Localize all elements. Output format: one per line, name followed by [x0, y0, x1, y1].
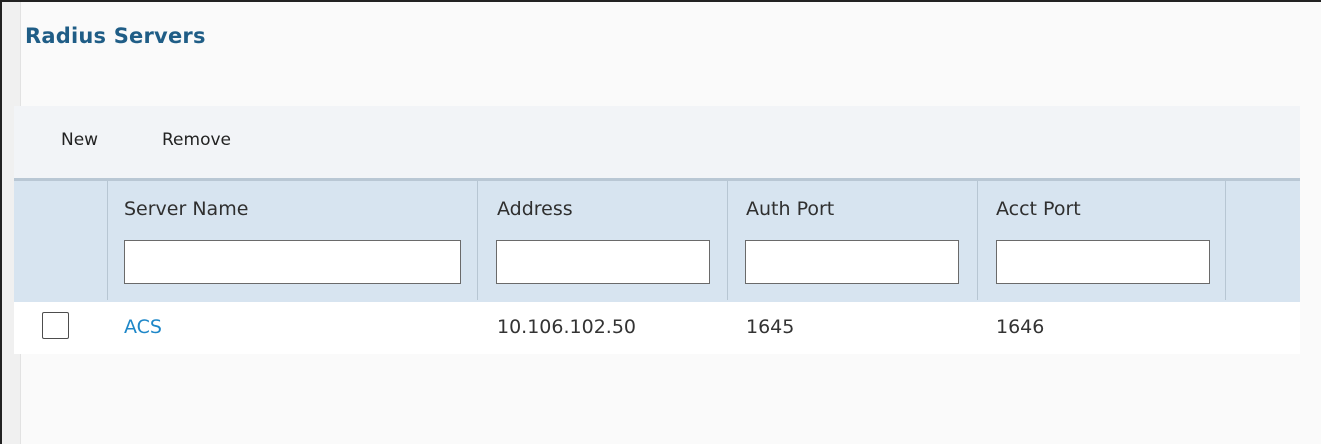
filter-address-input[interactable]: [496, 240, 710, 284]
column-header-address[interactable]: Address: [497, 198, 573, 220]
filter-acct-port-input[interactable]: [996, 240, 1210, 284]
table-row: [14, 302, 1300, 354]
server-name-link[interactable]: ACS: [124, 316, 162, 338]
row-checkbox[interactable]: [42, 312, 69, 339]
column-divider: [977, 181, 978, 300]
auth-port-cell: 1645: [746, 316, 795, 338]
column-header-acct-port[interactable]: Acct Port: [996, 198, 1081, 220]
remove-button[interactable]: Remove: [162, 130, 231, 150]
page-title: Radius Servers: [25, 24, 206, 48]
column-divider: [107, 181, 108, 300]
column-divider: [727, 181, 728, 300]
address-cell: 10.106.102.50: [497, 316, 637, 338]
acct-port-cell: 1646: [996, 316, 1045, 338]
column-header-auth-port[interactable]: Auth Port: [746, 198, 834, 220]
column-header-server-name[interactable]: Server Name: [124, 198, 248, 220]
column-divider: [477, 181, 478, 300]
new-button[interactable]: New: [61, 130, 98, 150]
filter-server-name-input[interactable]: [124, 240, 461, 284]
column-divider: [1225, 181, 1226, 300]
filter-auth-port-input[interactable]: [745, 240, 959, 284]
